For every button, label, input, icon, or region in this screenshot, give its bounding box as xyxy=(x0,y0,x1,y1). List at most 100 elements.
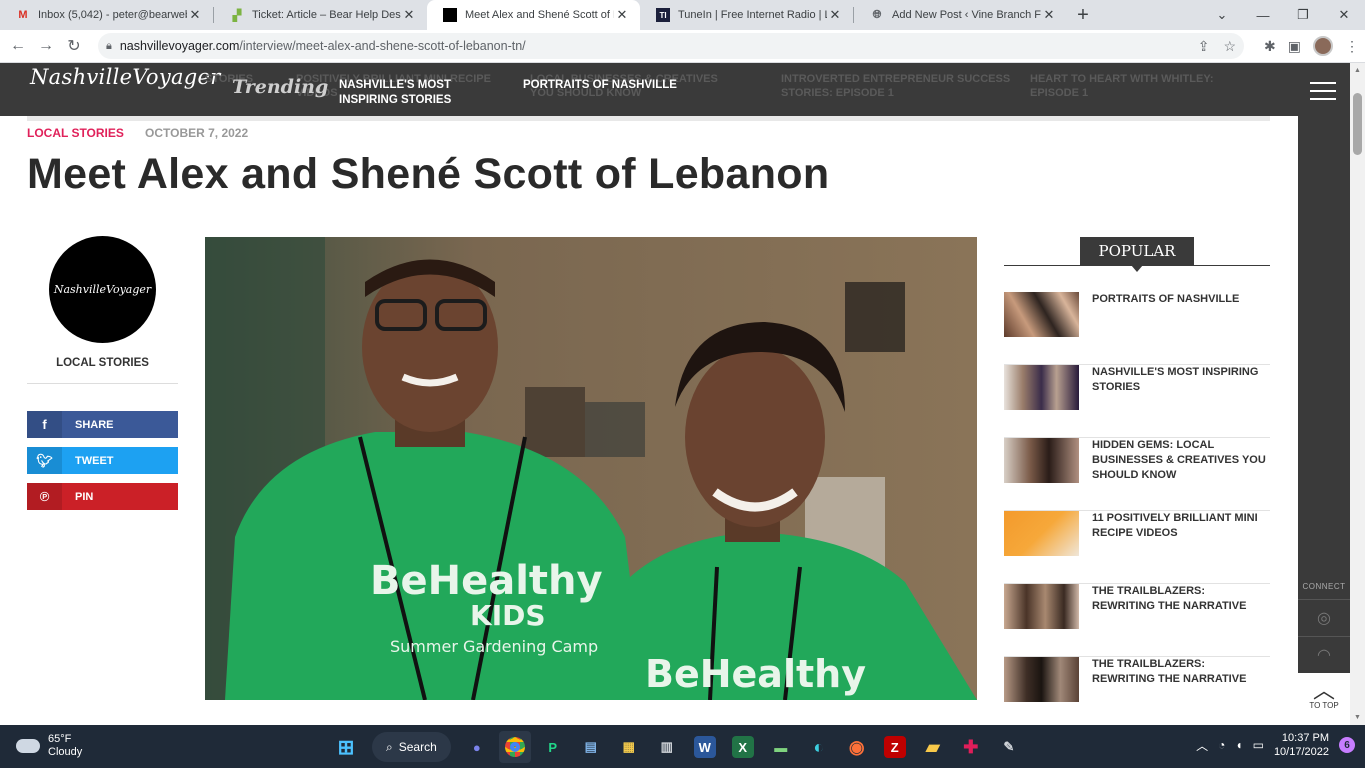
tab-tunein[interactable]: TI TuneIn | Free Internet Radio | Live ✕ xyxy=(640,0,853,30)
popular-thumbnail[interactable] xyxy=(1004,438,1079,483)
share-page-icon[interactable]: ⇪ xyxy=(1198,38,1210,55)
article-date: OCTOBER 7, 2022 xyxy=(145,126,249,140)
facebook-share-button[interactable]: f SHARE xyxy=(27,411,178,438)
extensions-icon[interactable]: ✱ xyxy=(1264,38,1276,55)
twitter-icon: 🐦︎ xyxy=(27,447,62,474)
restore-icon[interactable]: ❐ xyxy=(1283,0,1323,30)
wordpress-icon: 🌐︎ xyxy=(872,8,882,21)
author-label[interactable]: LOCAL STORIES xyxy=(27,357,178,369)
battery-icon[interactable]: ▭ xyxy=(1253,738,1264,752)
pycharm-icon[interactable]: P xyxy=(537,731,569,763)
filezilla-icon[interactable]: Z xyxy=(883,736,906,758)
article-category[interactable]: LOCAL STORIES xyxy=(27,126,124,140)
taskbar-search[interactable]: ⌕ Search xyxy=(372,732,451,762)
notification-badge[interactable]: 6 xyxy=(1339,737,1355,753)
word-icon[interactable]: W xyxy=(693,736,716,758)
clock-time: 10:37 PM xyxy=(1281,732,1329,744)
firefox-icon[interactable]: ◉ xyxy=(841,731,873,763)
popular-item[interactable]: 11 POSITIVELY BRILLIANT MINI RECIPE VIDE… xyxy=(1004,511,1270,584)
chrome-icon[interactable] xyxy=(498,731,531,763)
helpdesk-icon: ▞ xyxy=(232,9,242,22)
to-top-button[interactable]: ︿ TO TOP xyxy=(1298,673,1350,725)
popular-title[interactable]: HIDDEN GEMS: LOCAL BUSINESSES & CREATIVE… xyxy=(1092,438,1270,483)
scroll-up-icon[interactable]: ▲ xyxy=(1350,67,1365,74)
close-tab-icon[interactable]: ✕ xyxy=(827,7,843,23)
popular-thumbnail[interactable] xyxy=(1004,365,1079,410)
popular-item[interactable]: PORTRAITS OF NASHVILLE xyxy=(1004,292,1270,365)
close-tab-icon[interactable]: ✕ xyxy=(1041,7,1057,23)
taskbar-clock[interactable]: 10:37 PM 10/17/2022 xyxy=(1274,731,1329,759)
page-scrollbar[interactable]: ▲ ▼ xyxy=(1350,63,1365,725)
wifi-icon[interactable]: ◔ xyxy=(1218,738,1225,752)
tab-helpdesk[interactable]: ▞ Ticket: Article – Bear Help Desk – ✕ xyxy=(214,0,427,30)
browser-menu-icon[interactable]: ⋮ xyxy=(1345,38,1359,55)
tab-gmail[interactable]: M Inbox (5,042) - peter@bearwebdes ✕ xyxy=(0,0,213,30)
tab-wordpress[interactable]: 🌐︎ Add New Post ‹ Vine Branch Fello ✕ xyxy=(854,0,1067,30)
minimize-icon[interactable]: — xyxy=(1243,0,1283,30)
popular-title[interactable]: THE TRAILBLAZERS: REWRITING THE NARRATIV… xyxy=(1092,584,1270,614)
app-icon[interactable]: ✎ xyxy=(993,731,1025,763)
notepad-icon[interactable]: ▤ xyxy=(575,731,607,763)
terminal-icon[interactable]: ▬ xyxy=(765,731,797,763)
pinterest-share-button[interactable]: ℗ PIN xyxy=(27,483,178,510)
calculator-icon[interactable]: ▥ xyxy=(651,731,683,763)
excel-icon[interactable]: X xyxy=(731,736,754,758)
facebook-icon: f xyxy=(27,411,62,438)
hamburger-menu-icon[interactable] xyxy=(1310,82,1336,106)
scrollbar-thumb[interactable] xyxy=(1353,93,1362,155)
reload-icon[interactable]: ↻ xyxy=(60,32,88,60)
popular-item[interactable]: HIDDEN GEMS: LOCAL BUSINESSES & CREATIVE… xyxy=(1004,438,1270,511)
tab-nashvillevoyager[interactable]: Meet Alex and Shené Scott of Leb ✕ xyxy=(427,0,640,30)
tab-search-icon[interactable]: ⌄ xyxy=(1202,0,1242,30)
taskbar-search-label: Search xyxy=(398,740,437,754)
trending-link-inspiring-stories[interactable]: NASHVILLE'S MOST INSPIRING STORIES xyxy=(339,78,459,108)
site-logo[interactable]: NashvilleVoyager xyxy=(30,65,221,89)
chevron-up-icon[interactable]: ︿ xyxy=(1196,737,1208,754)
popular-thumbnail[interactable] xyxy=(1004,292,1079,337)
author-logo[interactable]: NashvilleVoyager xyxy=(49,236,156,343)
profile-avatar[interactable] xyxy=(1313,36,1333,56)
tab-title: Inbox (5,042) - peter@bearwebdes xyxy=(38,9,187,21)
back-icon[interactable]: ← xyxy=(4,32,32,60)
popular-thumbnail[interactable] xyxy=(1004,584,1079,629)
popular-item[interactable]: NASHVILLE'S MOST INSPIRING STORIES xyxy=(1004,365,1270,438)
close-tab-icon[interactable]: ✕ xyxy=(614,7,630,23)
lock-icon[interactable]: 🔒︎ xyxy=(106,40,112,53)
popular-title[interactable]: PORTRAITS OF NASHVILLE xyxy=(1092,292,1270,307)
article-title: Meet Alex and Shené Scott of Lebanon xyxy=(27,150,830,198)
url-path: /interview/meet-alex-and-shene-scott-of-… xyxy=(239,39,526,53)
popular-thumbnail[interactable] xyxy=(1004,657,1079,702)
slack-icon[interactable]: ✚ xyxy=(955,731,987,763)
teams-chat-icon[interactable]: ● xyxy=(461,731,493,763)
share-label: PIN xyxy=(75,490,94,503)
start-icon[interactable]: ⊞ xyxy=(330,731,362,763)
popular-item[interactable]: THE TRAILBLAZERS: REWRITING THE NARRATIV… xyxy=(1004,584,1270,657)
popular-title[interactable]: THE TRAILBLAZERS: REWRITING THE NARRATIV… xyxy=(1092,657,1270,687)
rss-icon[interactable]: ◠ xyxy=(1298,636,1350,672)
instagram-icon[interactable]: ◎ xyxy=(1298,599,1350,635)
scroll-down-icon[interactable]: ▼ xyxy=(1350,714,1365,721)
edge-icon[interactable]: ◐ xyxy=(803,731,835,763)
twitter-share-button[interactable]: 🐦︎ TWEET xyxy=(27,447,178,474)
popular-title[interactable]: NASHVILLE'S MOST INSPIRING STORIES xyxy=(1092,365,1270,395)
divider xyxy=(27,383,178,384)
side-panel-icon[interactable]: ▣ xyxy=(1288,38,1301,55)
share-label: SHARE xyxy=(75,418,114,431)
close-tab-icon[interactable]: ✕ xyxy=(401,7,417,23)
store-icon[interactable]: ▦ xyxy=(613,731,645,763)
tab-title: Ticket: Article – Bear Help Desk – xyxy=(252,9,401,21)
address-bar[interactable]: 🔒︎ nashvillevoyager.com/interview/meet-a… xyxy=(98,33,1244,59)
shirt-sub-text: KIDS xyxy=(470,599,546,632)
popular-item[interactable]: THE TRAILBLAZERS: REWRITING THE NARRATIV… xyxy=(1004,657,1270,730)
popular-thumbnail[interactable] xyxy=(1004,511,1079,556)
popular-title[interactable]: 11 POSITIVELY BRILLIANT MINI RECIPE VIDE… xyxy=(1092,511,1270,541)
new-tab-button[interactable]: + xyxy=(1067,0,1099,30)
trending-link-portraits[interactable]: PORTRAITS OF NASHVILLE xyxy=(523,78,677,93)
close-tab-icon[interactable]: ✕ xyxy=(187,7,203,23)
bookmark-star-icon[interactable]: ☆ xyxy=(1223,38,1236,55)
weather-widget[interactable]: 65°F Cloudy xyxy=(16,733,82,759)
forward-icon[interactable]: → xyxy=(32,32,60,60)
volume-icon[interactable]: ◖ xyxy=(1235,738,1242,752)
file-explorer-icon[interactable]: ▰ xyxy=(917,731,949,763)
close-window-icon[interactable]: ✕ xyxy=(1324,0,1364,30)
